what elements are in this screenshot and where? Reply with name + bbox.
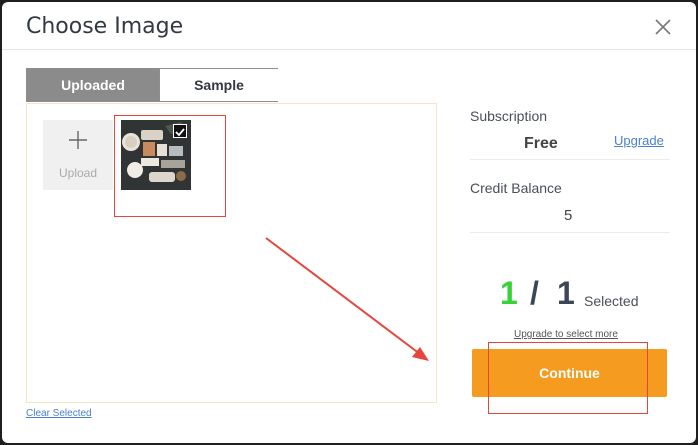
dialog-title: Choose Image bbox=[26, 14, 184, 39]
credit-balance-label: Credit Balance bbox=[470, 180, 562, 196]
credit-balance-value: 5 bbox=[564, 207, 573, 224]
tab-sample[interactable]: Sample bbox=[159, 69, 278, 101]
close-icon[interactable] bbox=[652, 16, 674, 38]
selected-label: Selected bbox=[584, 293, 639, 309]
selection-limit: 1 bbox=[557, 275, 575, 311]
uploaded-image-thumbnail[interactable] bbox=[121, 120, 191, 190]
header-divider bbox=[2, 49, 696, 50]
upgrade-link[interactable]: Upgrade bbox=[614, 133, 664, 148]
image-gallery-panel: Upload bbox=[26, 103, 437, 403]
credit-divider bbox=[470, 232, 670, 233]
upload-label: Upload bbox=[58, 166, 98, 180]
tab-uploaded[interactable]: Uploaded bbox=[27, 69, 159, 101]
plus-icon bbox=[69, 131, 87, 149]
selected-checkmark-icon bbox=[173, 124, 187, 138]
subscription-value: Free bbox=[524, 135, 558, 152]
image-source-tabs: Uploaded Sample bbox=[26, 68, 278, 102]
upgrade-to-select-more-link[interactable]: Upgrade to select more bbox=[514, 329, 618, 340]
choose-image-dialog: Choose Image Uploaded Sample Upload Clea… bbox=[2, 2, 696, 443]
upload-button[interactable]: Upload bbox=[43, 120, 113, 190]
count-separator: / bbox=[530, 275, 539, 311]
continue-button[interactable]: Continue bbox=[472, 349, 667, 397]
selected-count: 1 bbox=[500, 275, 518, 311]
subscription-label: Subscription bbox=[470, 108, 548, 124]
clear-selected-link[interactable]: Clear Selected bbox=[26, 408, 92, 419]
subscription-divider bbox=[470, 159, 670, 160]
